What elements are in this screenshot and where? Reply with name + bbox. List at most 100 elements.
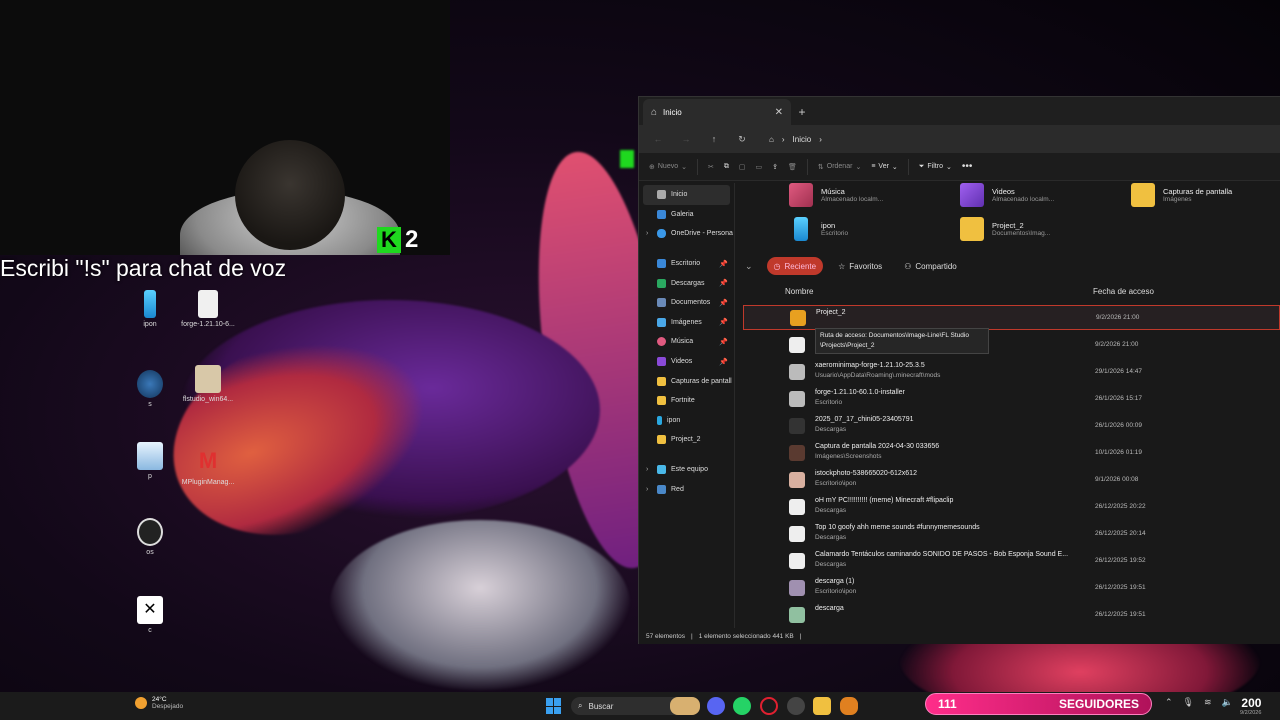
sidebar-item-descargas[interactable]: Descargas 📌 bbox=[639, 273, 734, 293]
chevron-down-icon: ⌄ bbox=[681, 163, 687, 171]
sidebar-item-fortnite[interactable]: Fortnite bbox=[639, 391, 734, 411]
file-row[interactable]: istockphoto-538665020-612x612 Escritorio\… bbox=[743, 467, 1280, 492]
sidebar-item-inicio[interactable]: Inicio bbox=[643, 185, 730, 205]
column-name[interactable]: Nombre bbox=[785, 287, 813, 296]
chevron-right-icon[interactable]: › bbox=[646, 230, 648, 237]
file-row[interactable]: Top 10 goofy ahh meme sounds #funnymemes… bbox=[743, 521, 1280, 546]
content-pane: Música Almacenado localm... Videos Almacen… bbox=[735, 183, 1280, 628]
rename-icon[interactable]: ▭ bbox=[755, 163, 762, 171]
file-date: 9/2/2026 21:00 bbox=[1096, 314, 1140, 321]
sidebar-item-project2[interactable]: Project_2 bbox=[639, 430, 734, 450]
file-row[interactable]: 2025_07_17_chini05-23405791 Descargas 26/1… bbox=[743, 413, 1280, 438]
desktop-icon-flstudio[interactable]: flstudio_win64... bbox=[178, 365, 238, 403]
weather-widget[interactable]: 24°C Despejado bbox=[135, 696, 183, 710]
music-icon bbox=[657, 337, 666, 347]
copy-icon[interactable]: ⧉ bbox=[724, 163, 729, 171]
forward-arrow-icon[interactable]: → bbox=[675, 134, 697, 144]
taskbar-clock[interactable]: 200 9/2/2026 bbox=[1240, 696, 1261, 716]
desktop-icon-label: forge-1.21.10-6... bbox=[181, 321, 235, 328]
fl-studio-icon[interactable] bbox=[840, 697, 858, 715]
close-tab-icon[interactable]: ✕ bbox=[775, 107, 783, 118]
sidebar-item-capturas[interactable]: Capturas de pantall bbox=[639, 371, 734, 391]
sidebar-item-label: Galeria bbox=[671, 210, 694, 218]
opera-icon[interactable] bbox=[760, 697, 778, 715]
file-row[interactable]: forge-1.21.10-60.1.0-installer Escritorio… bbox=[743, 386, 1280, 411]
share-icon[interactable]: ⇪ bbox=[772, 163, 778, 171]
breadcrumb-item[interactable]: Inicio bbox=[793, 135, 812, 144]
sidebar-item-documentos[interactable]: Documentos 📌 bbox=[639, 293, 734, 313]
chevron-right-icon[interactable]: › bbox=[646, 486, 648, 493]
filter-shared-tab[interactable]: ⚇ Compartido bbox=[897, 257, 964, 275]
chrome-icon[interactable] bbox=[787, 697, 805, 715]
filter-button[interactable]: ⏷ Filtro ⌄ bbox=[919, 163, 952, 171]
desktop-icon-recycle-bin[interactable]: p bbox=[120, 442, 180, 480]
view-button[interactable]: ≡ Ver ⌄ bbox=[871, 163, 897, 171]
new-tab-button[interactable]: + bbox=[791, 99, 813, 125]
file-explorer-icon[interactable] bbox=[813, 697, 831, 715]
back-arrow-icon[interactable]: ← bbox=[647, 134, 669, 144]
desktop-icon-mplugin[interactable]: M MPluginManag... bbox=[178, 448, 238, 486]
quick-access-videos[interactable]: Videos Almacenado localm... bbox=[960, 183, 1054, 207]
sidebar-item-imagenes[interactable]: Imágenes 📌 bbox=[639, 313, 734, 333]
delete-icon[interactable]: 🗑 bbox=[788, 163, 797, 171]
file-row[interactable]: Captura de pantalla 2024-04-30 033656 Imá… bbox=[743, 440, 1280, 465]
file-type-icon bbox=[789, 552, 805, 569]
sidebar-item-onedrive[interactable]: › OneDrive - Persona bbox=[639, 224, 734, 244]
more-options-icon[interactable]: ••• bbox=[962, 161, 973, 172]
file-location: Descargas bbox=[815, 426, 847, 433]
volume-icon[interactable]: 🔈 bbox=[1222, 697, 1233, 708]
desktop-icon-obs[interactable]: os bbox=[120, 518, 180, 556]
up-arrow-icon[interactable]: ↑ bbox=[703, 134, 725, 144]
desktop-icon-capcut[interactable]: ✕ c bbox=[120, 596, 180, 634]
tab-inicio[interactable]: ⌂ Inicio ✕ bbox=[643, 99, 791, 125]
microphone-icon[interactable]: 🎙 bbox=[1183, 697, 1194, 708]
quick-access-ipon[interactable]: ipon Escritorio bbox=[789, 217, 848, 241]
refresh-icon[interactable]: ↻ bbox=[731, 134, 753, 145]
pictures-icon bbox=[657, 317, 666, 327]
discord-icon[interactable] bbox=[707, 697, 725, 715]
sidebar-item-musica[interactable]: Música 📌 bbox=[639, 332, 734, 352]
chevron-down-icon[interactable]: ⌄ bbox=[745, 261, 753, 272]
file-row[interactable]: descarga 26/12/2025 19:51 bbox=[743, 602, 1280, 627]
column-date[interactable]: Fecha de acceso bbox=[1093, 287, 1154, 296]
desktop-icon-ipon[interactable]: ipon bbox=[120, 290, 180, 328]
sidebar-item-galeria[interactable]: Galeria bbox=[639, 205, 734, 225]
quick-access-capturas[interactable]: Capturas de pantalla Imágenes bbox=[1131, 183, 1232, 207]
quick-access-project2[interactable]: Project_2 Documentos\Imag... bbox=[960, 217, 1050, 241]
windows-start-icon[interactable] bbox=[546, 698, 562, 714]
kick-count: 2 bbox=[405, 226, 419, 253]
filter-favorites-tab[interactable]: ☆ Favoritos bbox=[831, 257, 889, 275]
chevron-right-icon[interactable]: › bbox=[646, 466, 648, 473]
cut-icon[interactable]: ✂ bbox=[708, 163, 714, 171]
file-row[interactable]: descarga (1) Escritorio\ipon 26/12/2025 19… bbox=[743, 575, 1280, 600]
file-row[interactable]: Project_2 9/2/2026 21:00 bbox=[743, 305, 1280, 330]
file-row[interactable]: oH mY PC!!!!!!!!!! (meme) Minecraft #fli… bbox=[743, 494, 1280, 519]
file-row[interactable]: xaerominimap-forge-1.21.10-25.3.5 Usuario… bbox=[743, 359, 1280, 384]
search-highlight-icon[interactable] bbox=[670, 697, 700, 715]
file-date: 26/12/2025 19:51 bbox=[1095, 584, 1146, 591]
sidebar-item-videos[interactable]: Videos 📌 bbox=[639, 352, 734, 372]
quick-access-sub: Almacenado localm... bbox=[821, 196, 884, 203]
new-button[interactable]: ⊕ Nuevo ⌄ bbox=[649, 163, 687, 171]
sidebar-item-escritorio[interactable]: Escritorio 📌 bbox=[639, 254, 734, 274]
filter-recent-tab[interactable]: ◷ Reciente bbox=[766, 257, 824, 275]
file-row[interactable]: Calamardo Tentáculos caminando SONIDO DE… bbox=[743, 548, 1280, 573]
pin-icon: 📌 bbox=[719, 260, 728, 268]
whatsapp-icon[interactable] bbox=[733, 697, 751, 715]
weather-condition: Despejado bbox=[152, 703, 184, 710]
file-name: descarga (1) bbox=[815, 578, 855, 585]
sort-button[interactable]: ⇅ Ordenar ⌄ bbox=[818, 163, 861, 171]
sidebar-item-red[interactable]: › Red bbox=[639, 479, 734, 499]
quick-access-musica[interactable]: Música Almacenado localm... bbox=[789, 183, 883, 207]
desktop-icon-forge[interactable]: forge-1.21.10-6... bbox=[178, 290, 238, 328]
paste-icon[interactable]: ▢ bbox=[739, 163, 746, 171]
chevron-up-icon[interactable]: ⌃ bbox=[1165, 697, 1173, 708]
desktop-icon-label: c bbox=[148, 627, 152, 634]
quick-access-name: Música bbox=[821, 187, 845, 196]
sidebar-item-este-equipo[interactable]: › Este equipo bbox=[639, 460, 734, 480]
breadcrumb[interactable]: ⌂ › Inicio › bbox=[769, 135, 822, 144]
sidebar-item-ipon[interactable]: ipon bbox=[639, 411, 734, 431]
desktop-icon-steam[interactable]: s bbox=[120, 370, 180, 408]
webcam-feed bbox=[0, 0, 450, 255]
wifi-icon[interactable]: ≋ bbox=[1204, 697, 1212, 708]
